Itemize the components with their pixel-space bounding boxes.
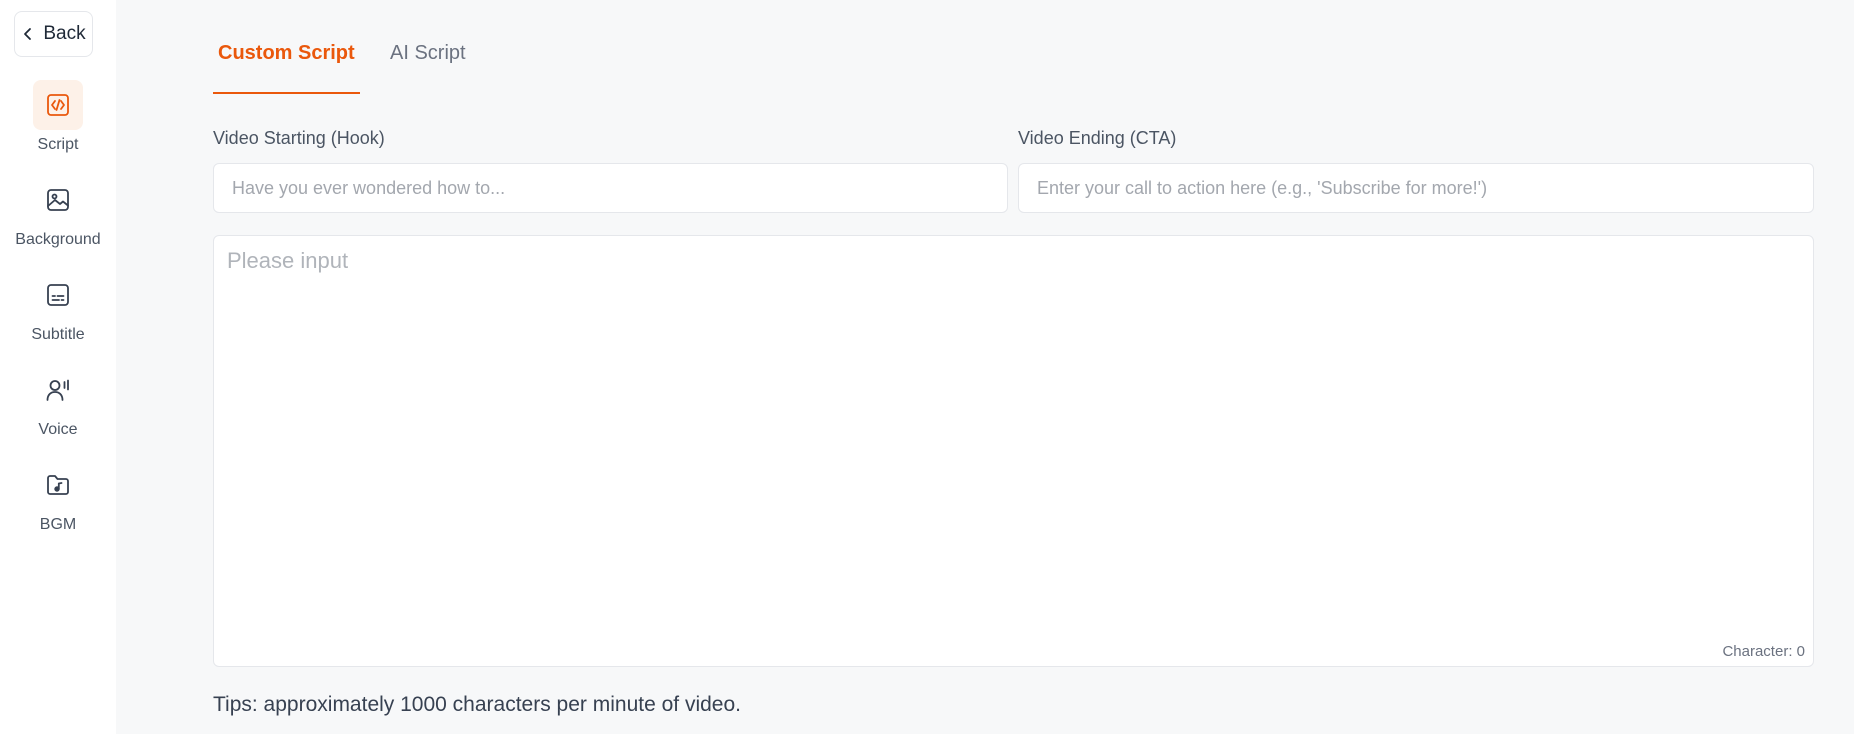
sidebar-item-voice[interactable]: Voice — [0, 365, 116, 449]
image-icon — [47, 189, 69, 211]
code-icon — [47, 94, 69, 116]
hook-label: Video Starting (Hook) — [213, 128, 385, 148]
tab-custom-script[interactable]: Custom Script — [218, 42, 355, 65]
music-folder-icon — [47, 475, 69, 495]
subtitle-icon — [47, 284, 69, 306]
cta-input[interactable] — [1018, 163, 1814, 213]
script-editor: Character: 0 — [213, 235, 1814, 667]
active-tab-indicator — [213, 92, 360, 94]
sidebar-item-label: Script — [37, 136, 79, 153]
voice-icon — [46, 379, 69, 401]
sidebar-item-label: Background — [15, 231, 101, 248]
sidebar-item-label: BGM — [39, 516, 77, 533]
sidebar-item-bgm[interactable]: BGM — [0, 460, 116, 544]
script-textarea[interactable] — [214, 236, 1813, 666]
back-label: Back — [43, 23, 86, 44]
sidebar-item-background[interactable]: Background — [0, 175, 116, 259]
cta-label: Video Ending (CTA) — [1018, 128, 1177, 148]
character-count: Character: 0 — [1722, 643, 1805, 660]
hook-input[interactable] — [213, 163, 1008, 213]
sidebar-item-label: Subtitle — [31, 326, 85, 343]
sidebar-item-script[interactable]: Script — [0, 80, 116, 164]
tips-text: Tips: approximately 1000 characters per … — [213, 693, 741, 716]
back-button[interactable]: Back — [14, 11, 93, 57]
sidebar: Back Script Background Subtitle Voice BG… — [0, 0, 116, 734]
sidebar-item-subtitle[interactable]: Subtitle — [0, 270, 116, 354]
chevron-left-icon — [24, 28, 32, 40]
sidebar-item-label: Voice — [38, 421, 78, 438]
tab-ai-script[interactable]: AI Script — [390, 42, 466, 65]
